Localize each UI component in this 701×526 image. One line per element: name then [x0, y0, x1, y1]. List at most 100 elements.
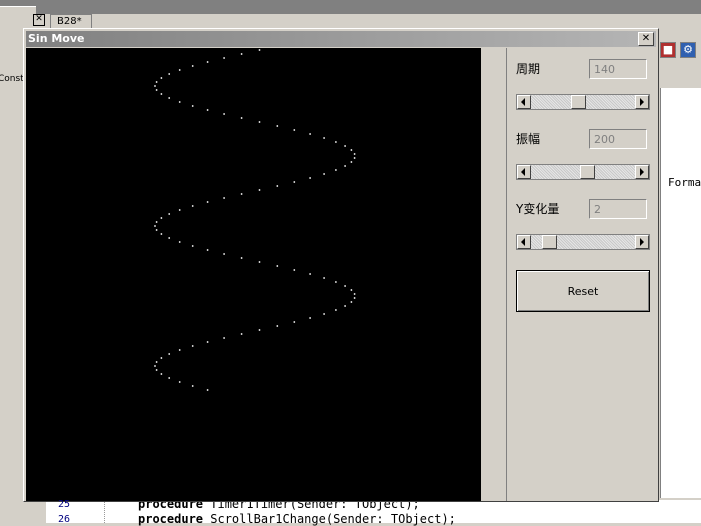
wave-point [206, 341, 209, 343]
period-scrollbar-thumb[interactable] [571, 95, 586, 109]
reset-button[interactable]: Reset [516, 270, 650, 312]
period-field[interactable] [589, 59, 647, 79]
wave-point [223, 253, 226, 255]
period-scrollbar[interactable] [516, 94, 650, 110]
wave-point [293, 321, 296, 323]
wave-point [353, 153, 356, 155]
wave-point [154, 365, 156, 367]
wave-point [258, 49, 261, 51]
wave-point [155, 369, 158, 371]
amplitude-scrollbar[interactable] [516, 164, 650, 180]
ide-close-icon[interactable]: ✕ [33, 14, 45, 26]
wave-point [258, 261, 261, 263]
wave-point [323, 173, 325, 175]
wave-point [240, 257, 243, 259]
y-change-label: Y变化量 [516, 202, 560, 216]
wave-point [350, 301, 353, 303]
wave-point [293, 269, 296, 271]
code-gutter [46, 500, 105, 523]
wave-point [168, 97, 171, 99]
wave-point [160, 357, 163, 359]
wave-point [276, 325, 279, 327]
close-button[interactable]: ✕ [638, 32, 654, 46]
wave-point [160, 217, 163, 219]
wave-point [168, 73, 171, 75]
window-title-bar[interactable]: Sin Move ✕ [26, 31, 656, 47]
ide-object-inspector [660, 88, 701, 498]
scroll-right-arrow-icon[interactable] [635, 235, 649, 249]
wave-point [344, 145, 346, 147]
wave-point [155, 361, 158, 363]
wave-point [160, 233, 163, 235]
wave-point [155, 89, 158, 91]
wave-point [240, 53, 243, 55]
y-change-scrollbar-thumb[interactable] [542, 235, 557, 249]
ide-tab-unit[interactable]: B28* [50, 14, 92, 28]
ide-left-label: Const [0, 74, 24, 84]
amplitude-field[interactable] [589, 129, 647, 149]
wave-point [276, 185, 279, 187]
amplitude-label: 振幅 [516, 132, 541, 146]
period-label: 周期 [516, 62, 541, 76]
scroll-right-arrow-icon[interactable] [635, 95, 649, 109]
wave-point [168, 353, 171, 355]
y-change-field[interactable] [589, 199, 647, 219]
code-line-number: 26 [58, 514, 71, 525]
wave-point [191, 245, 194, 247]
wave-point [191, 385, 194, 387]
wave-point [223, 113, 226, 115]
wave-point [168, 237, 171, 239]
wave-point [309, 273, 311, 275]
wave-point [168, 377, 171, 379]
wave-point [335, 141, 337, 143]
wave-point [178, 209, 181, 211]
y-change-scrollbar[interactable] [516, 234, 650, 250]
ide-run-icon[interactable]: ■ [660, 42, 676, 58]
wave-point [353, 293, 356, 295]
scroll-right-arrow-icon[interactable] [635, 165, 649, 179]
sine-wave [154, 49, 356, 391]
sine-canvas [26, 48, 481, 501]
window-title: Sin Move [28, 32, 85, 45]
wave-point [344, 285, 346, 287]
control-panel: 周期 振幅 Y变化量 Reset [506, 48, 659, 501]
wave-point [178, 381, 181, 383]
close-icon: ✕ [641, 33, 651, 44]
wave-point [223, 57, 226, 59]
wave-point [350, 161, 353, 163]
ide-options-icon[interactable]: ⚙ [680, 42, 696, 58]
wave-point [335, 169, 337, 171]
wave-point [344, 305, 346, 307]
wave-point [206, 201, 209, 203]
wave-point [155, 81, 158, 83]
scroll-left-arrow-icon[interactable] [517, 95, 531, 109]
wave-point [293, 129, 296, 131]
amplitude-scrollbar-thumb[interactable] [580, 165, 595, 179]
wave-point [309, 317, 311, 319]
wave-point [309, 133, 311, 135]
wave-point [191, 105, 194, 107]
wave-point [168, 213, 171, 215]
wave-point [178, 349, 181, 351]
wave-point [293, 181, 296, 183]
wave-point [323, 137, 325, 139]
wave-point [323, 313, 325, 315]
wave-point [240, 117, 243, 119]
code-keyword: procedure [138, 512, 204, 526]
wave-point [178, 241, 181, 243]
wave-point [223, 197, 226, 199]
wave-point [206, 109, 209, 111]
wave-point [178, 101, 181, 103]
scroll-left-arrow-icon[interactable] [517, 165, 531, 179]
code-line[interactable]: procedure ScrollBar1Change(Sender: TObje… [138, 512, 456, 526]
wave-point [160, 93, 163, 95]
wave-point [160, 373, 163, 375]
wave-point [344, 165, 346, 167]
wave-point [335, 281, 337, 283]
scroll-left-arrow-icon[interactable] [517, 235, 531, 249]
ide-title-bar [0, 0, 701, 14]
wave-point [309, 177, 311, 179]
wave-point [223, 337, 226, 339]
wave-point [206, 61, 209, 63]
sin-move-window: Sin Move ✕ 周期 振幅 Y变化量 Reset [23, 28, 659, 502]
